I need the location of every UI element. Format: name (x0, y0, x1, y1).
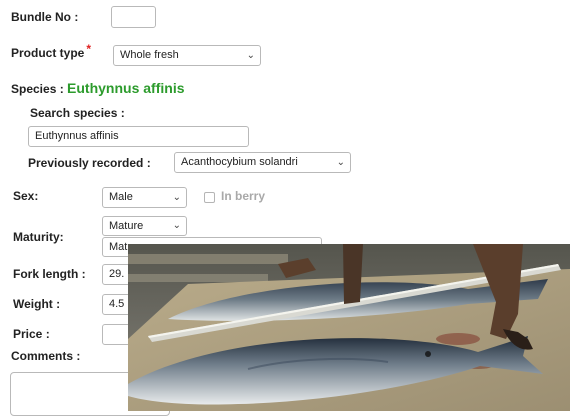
product-type-value: Whole fresh (120, 49, 179, 61)
species-heading: Species : Euthynnus affinis (11, 80, 185, 96)
fish-photo-graphic (128, 244, 570, 411)
weight-label: Weight : (13, 297, 61, 311)
comments-label: Comments : (11, 349, 81, 363)
required-asterisk: * (86, 42, 92, 56)
in-berry-checkbox[interactable] (204, 192, 215, 203)
previously-recorded-select[interactable]: Acanthocybium solandri ⌄ (174, 152, 351, 173)
sex-label: Sex: (13, 189, 39, 203)
species-name: Euthynnus affinis (67, 80, 185, 96)
fish-photo (128, 244, 570, 411)
product-type-select[interactable]: Whole fresh ⌄ (113, 45, 261, 66)
search-species-input[interactable]: Euthynnus affinis (28, 126, 249, 147)
chevron-down-icon: ⌄ (172, 192, 181, 203)
sex-select[interactable]: Male ⌄ (102, 187, 187, 208)
product-type-label-text: Product type (11, 46, 85, 60)
chevron-down-icon: ⌄ (336, 157, 345, 168)
chevron-down-icon: ⌄ (246, 50, 255, 61)
search-species-label: Search species : (30, 106, 125, 120)
fork-length-label: Fork length : (13, 267, 86, 281)
maturity-label: Maturity: (13, 230, 64, 244)
in-berry-label: In berry (221, 189, 266, 203)
maturity-select[interactable]: Mature ⌄ (102, 216, 187, 236)
species-label: Species : (11, 82, 64, 96)
previously-recorded-value: Acanthocybium solandri (181, 156, 298, 168)
previously-recorded-label: Previously recorded : (28, 156, 151, 170)
price-label: Price : (13, 327, 50, 341)
product-type-label: Product type * (11, 42, 91, 60)
bundle-label: Bundle No : (11, 10, 79, 24)
bundle-input[interactable] (111, 6, 156, 28)
chevron-down-icon: ⌄ (172, 220, 181, 231)
sex-value: Male (109, 191, 133, 203)
maturity-value: Mature (109, 220, 144, 232)
